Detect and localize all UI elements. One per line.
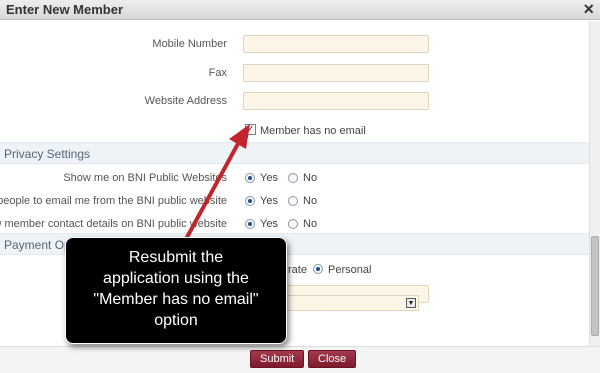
instruction-callout: Resubmit the application using the "Memb… <box>65 237 287 344</box>
fax-field[interactable] <box>243 64 429 82</box>
privacy-row-label: Allow people to email me from the BNI pu… <box>0 195 227 207</box>
dialog-titlebar: Enter New Member × <box>0 0 600 20</box>
fax-label: Fax <box>208 67 227 79</box>
privacy-yes-label: Yes <box>260 195 278 207</box>
dialog-footer: Submit Close <box>0 346 600 373</box>
personal-label: Personal <box>328 264 372 276</box>
website-address-field[interactable] <box>243 92 429 110</box>
mobile-number-field[interactable] <box>243 35 429 53</box>
submit-button[interactable]: Submit <box>250 350 305 368</box>
dialog-title: Enter New Member <box>6 2 124 17</box>
callout-line: "Member has no email" <box>93 291 259 308</box>
close-icon[interactable]: × <box>583 0 594 19</box>
privacy-no-radio[interactable] <box>288 173 298 183</box>
scrollbar[interactable] <box>589 21 600 346</box>
no-email-checkbox[interactable]: ✓ <box>245 124 256 135</box>
privacy-yes-label: Yes <box>260 218 278 230</box>
privacy-yes-radio[interactable] <box>245 173 255 183</box>
website-address-label: Website Address <box>144 95 227 107</box>
privacy-no-label: No <box>303 172 318 184</box>
mobile-number-label: Mobile Number <box>152 38 227 50</box>
scrollbar-thumb[interactable] <box>591 236 599 336</box>
corporate-label: rate <box>288 264 307 276</box>
privacy-settings-title: Privacy Settings <box>4 147 91 161</box>
privacy-yes-radio[interactable] <box>245 219 255 229</box>
payment-options-title: Payment Op <box>4 238 71 252</box>
privacy-no-label: No <box>303 218 318 230</box>
callout-line: Resubmit the <box>128 249 224 266</box>
privacy-row-label: Show me on BNI Public Websites <box>63 172 227 184</box>
privacy-row-label: Show member contact details on BNI publi… <box>0 218 227 230</box>
privacy-settings-section: Privacy Settings <box>0 142 589 164</box>
close-button[interactable]: Close <box>308 350 357 368</box>
callout-line: option <box>154 312 198 329</box>
privacy-no-radio[interactable] <box>288 219 298 229</box>
privacy-no-label: No <box>303 195 318 207</box>
personal-radio[interactable] <box>313 264 323 274</box>
privacy-yes-label: Yes <box>260 172 278 184</box>
privacy-no-radio[interactable] <box>288 196 298 206</box>
chevron-down-icon[interactable]: ▼ <box>406 298 416 308</box>
callout-line: application using the <box>103 270 249 287</box>
privacy-yes-radio[interactable] <box>245 196 255 206</box>
no-email-label: Member has no email <box>260 125 366 137</box>
